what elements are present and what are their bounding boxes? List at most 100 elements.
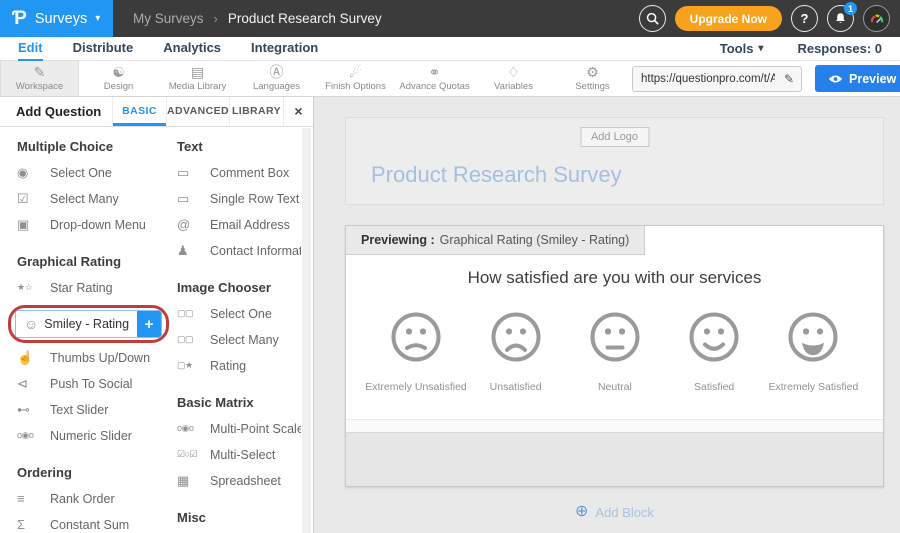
responses-count[interactable]: Responses: 0 xyxy=(797,41,882,56)
add-logo-button[interactable]: Add Logo xyxy=(580,127,649,147)
sidebar-item-graphical-rating-thumbs-up-down[interactable]: ☝ Thumbs Up/Down xyxy=(17,349,167,366)
sidebar-item-ordering-rank-order[interactable]: ≡Rank Order xyxy=(17,490,167,507)
smiley-option-extremely-unsatisfied[interactable]: Extremely Unsatisfied xyxy=(366,311,466,393)
smiley-option-extremely-satisfied[interactable]: Extremely Satisfied xyxy=(764,311,863,393)
smiley-option-satisfied[interactable]: Satisfied xyxy=(665,311,764,393)
sidebar-item-text-single-row-text[interactable]: ▭Single Row Text xyxy=(177,190,301,207)
toolbar-item-settings[interactable]: ⚙Settings xyxy=(553,61,632,96)
section-title: Image Chooser xyxy=(177,280,301,295)
nav-tab-integration[interactable]: Integration xyxy=(251,37,318,61)
sidebar-item-multiple-choice-select-one[interactable]: ◉Select One xyxy=(17,164,167,181)
sidebar-item-image-chooser-select-one[interactable]: ▢▢Select One xyxy=(177,305,301,322)
chevron-down-icon: ▾ xyxy=(95,13,100,24)
sidebar-tab-group: BASICADVANCEDLIBRARY xyxy=(112,97,283,126)
sidebar-item-graphical-rating-numeric-slider[interactable]: o◉oNumeric Slider xyxy=(17,427,167,444)
finish-options-wand-icon: ☄ xyxy=(349,65,362,80)
sidebar-item-image-chooser-rating[interactable]: ▢★Rating xyxy=(177,357,301,374)
edit-url-pencil-icon[interactable]: ✎ xyxy=(777,72,801,86)
smiley-face-icon-extremely-unsatisfied xyxy=(390,311,442,368)
survey-header-card[interactable]: Add Logo Product Research Survey xyxy=(345,117,884,205)
sidebar-item-basic-matrix-multi-select[interactable]: ☑○☑Multi-Select xyxy=(177,446,301,463)
share-social-icon: ⊲ xyxy=(17,376,42,392)
breadcrumb-separator-icon: › xyxy=(214,11,218,26)
sidebar-item-basic-matrix-spreadsheet[interactable]: ▦Spreadsheet xyxy=(177,472,301,489)
breadcrumb-my-surveys[interactable]: My Surveys xyxy=(133,11,204,26)
sidebar-item-image-chooser-select-many[interactable]: ▢▢Select Many xyxy=(177,331,301,348)
section-basic-matrix: Basic Matrixo◉oMulti-Point Scales☑○☑Mult… xyxy=(177,395,301,489)
question-type-columns: Multiple Choice◉Select One☑Select Many▣D… xyxy=(0,127,301,533)
help-button[interactable]: ? xyxy=(791,5,818,32)
question-type-label: Push To Social xyxy=(50,377,132,391)
user-avatar[interactable] xyxy=(863,5,890,32)
notifications-button[interactable]: 1 xyxy=(827,5,854,32)
thumbs-icon: ☝ xyxy=(17,350,42,366)
toolbar-item-media-library[interactable]: ▤Media Library xyxy=(158,61,237,96)
sidebar-scrollbar[interactable] xyxy=(302,128,311,533)
nav-tab-edit[interactable]: Edit xyxy=(18,37,43,61)
sidebar-item-multiple-choice-drop-down-menu[interactable]: ▣Drop-down Menu xyxy=(17,216,167,233)
bell-icon xyxy=(834,12,847,25)
toolbar-item-label: Workspace xyxy=(16,81,63,92)
question-type-label: Select One xyxy=(210,307,272,321)
section-title: Graphical Rating xyxy=(17,254,167,269)
sidebar-item-text-email-address[interactable]: @Email Address xyxy=(177,216,301,233)
toolbar-item-design[interactable]: ☯Design xyxy=(79,61,158,96)
toolbar-item-label: Design xyxy=(104,81,134,92)
upgrade-now-button[interactable]: Upgrade Now xyxy=(675,6,782,31)
question-type-label: Rating xyxy=(210,359,246,373)
tab-library[interactable]: LIBRARY xyxy=(229,97,283,126)
notification-badge: 1 xyxy=(844,2,857,15)
section-ordering: Ordering≡Rank OrderΣConstant Sum⧉Drag an… xyxy=(17,465,167,533)
question-type-label: Rank Order xyxy=(50,492,115,506)
top-header-bar: Ƥ Surveys ▾ My Surveys › Product Researc… xyxy=(0,0,900,37)
smiley-option-unsatisfied[interactable]: Unsatisfied xyxy=(466,311,565,393)
sidebar-item-graphical-rating-smiley-rating[interactable]: ☺Smiley - Rating+ xyxy=(15,310,162,338)
tab-advanced[interactable]: ADVANCED xyxy=(166,97,229,126)
close-sidebar-button[interactable]: × xyxy=(283,97,313,126)
sidebar-item-text-comment-box[interactable]: ▭Comment Box xyxy=(177,164,301,181)
sidebar-item-graphical-rating-text-slider[interactable]: ⊷Text Slider xyxy=(17,401,167,418)
breadcrumb-current-survey: Product Research Survey xyxy=(228,11,382,26)
nav-tab-distribute[interactable]: Distribute xyxy=(73,37,134,61)
survey-canvas: Add Logo Product Research Survey Preview… xyxy=(314,97,900,533)
section-multiple-choice: Multiple Choice◉Select One☑Select Many▣D… xyxy=(17,139,167,233)
search-button[interactable] xyxy=(639,5,666,32)
sidebar-item-basic-matrix-multi-point-scales[interactable]: o◉oMulti-Point Scales xyxy=(177,420,301,437)
toolbar-item-languages[interactable]: ⒶLanguages xyxy=(237,61,316,96)
tab-basic[interactable]: BASIC xyxy=(112,97,166,126)
question-type-label: Drop-down Menu xyxy=(50,218,146,232)
sidebar-item-multiple-choice-select-many[interactable]: ☑Select Many xyxy=(17,190,167,207)
question-type-label: Thumbs Up/Down xyxy=(50,351,150,365)
add-block-button[interactable]: ⊕ Add Block xyxy=(345,504,884,520)
toolbar-item-variables[interactable]: ♢Variables xyxy=(474,61,553,96)
sidebar-column-1: Multiple Choice◉Select One☑Select Many▣D… xyxy=(17,139,167,533)
toolbar-items: ✎Workspace☯Design▤Media LibraryⒶLanguage… xyxy=(0,61,632,96)
question-text: How satisfied are you with our services xyxy=(346,268,883,288)
survey-title[interactable]: Product Research Survey xyxy=(371,162,622,188)
sidebar-item-ordering-constant-sum[interactable]: ΣConstant Sum xyxy=(17,516,167,533)
question-type-label: Constant Sum xyxy=(50,518,129,532)
toolbar-item-label: Media Library xyxy=(169,81,227,92)
previewing-question-type: Graphical Rating (Smiley - Rating) xyxy=(440,233,630,247)
checkbox-icon: ☑ xyxy=(17,191,42,207)
toolbar-item-finish-options[interactable]: ☄Finish Options xyxy=(316,61,395,96)
question-type-label: Select One xyxy=(50,166,112,180)
toolbar-item-workspace[interactable]: ✎Workspace xyxy=(0,61,79,96)
sidebar-item-text-contact-information[interactable]: ♟Contact Information xyxy=(177,242,301,259)
sidebar-item-graphical-rating-star-rating[interactable]: ★☆Star Rating xyxy=(17,279,167,296)
toolbar-item-label: Advance Quotas xyxy=(399,81,469,92)
sidebar-item-graphical-rating-push-to-social[interactable]: ⊲ Push To Social xyxy=(17,375,167,392)
nav-tab-analytics[interactable]: Analytics xyxy=(163,37,221,61)
smiley-option-label: Satisfied xyxy=(694,381,734,393)
add-smiley-question-plus-button[interactable]: + xyxy=(137,310,161,338)
workspace-icon: ✎ xyxy=(34,65,46,80)
questionpro-surveys-menu[interactable]: Ƥ Surveys ▾ xyxy=(0,0,113,37)
spreadsheet-icon: ▦ xyxy=(177,473,202,489)
smiley-option-neutral[interactable]: Neutral xyxy=(565,311,664,393)
survey-url-input[interactable] xyxy=(633,73,777,85)
question-type-label: Comment Box xyxy=(210,166,289,180)
survey-url-box: ✎ xyxy=(632,66,802,92)
toolbar-item-advance-quotas[interactable]: ⚭Advance Quotas xyxy=(395,61,474,96)
tools-dropdown[interactable]: Tools▾ xyxy=(720,41,764,56)
preview-button[interactable]: Preview xyxy=(815,65,900,92)
